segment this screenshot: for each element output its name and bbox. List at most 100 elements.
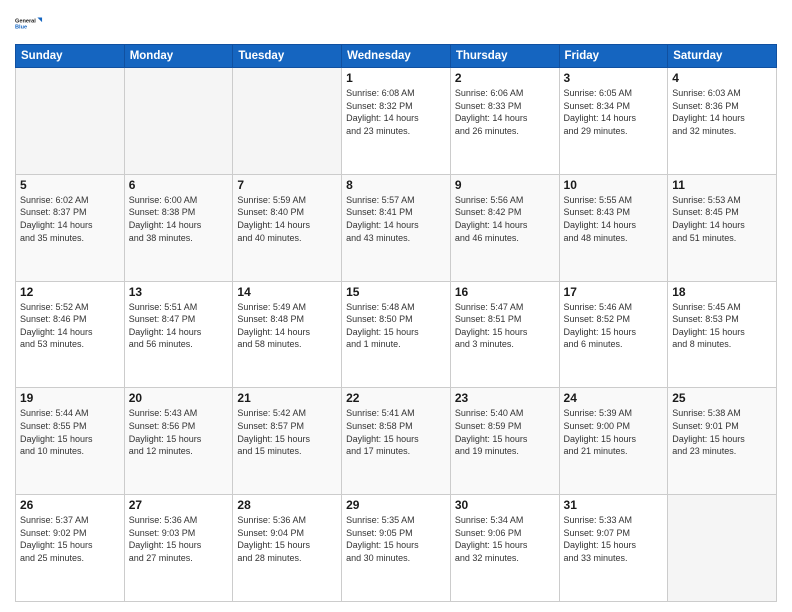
day-info: Sunrise: 6:03 AM Sunset: 8:36 PM Dayligh…	[672, 87, 772, 137]
calendar-header-monday: Monday	[124, 45, 233, 68]
day-info: Sunrise: 5:36 AM Sunset: 9:04 PM Dayligh…	[237, 514, 337, 564]
calendar-header-tuesday: Tuesday	[233, 45, 342, 68]
day-info: Sunrise: 5:51 AM Sunset: 8:47 PM Dayligh…	[129, 301, 229, 351]
calendar-day-20: 20 Sunrise: 5:43 AM Sunset: 8:56 PM Dayli…	[124, 388, 233, 495]
svg-text:General: General	[15, 19, 36, 25]
day-info: Sunrise: 5:47 AM Sunset: 8:51 PM Dayligh…	[455, 301, 555, 351]
day-number: 12	[20, 285, 120, 299]
logo: GeneralBlue	[15, 10, 43, 38]
calendar-day-5: 5 Sunrise: 6:02 AM Sunset: 8:37 PM Daylig…	[16, 174, 125, 281]
day-info: Sunrise: 5:52 AM Sunset: 8:46 PM Dayligh…	[20, 301, 120, 351]
day-number: 1	[346, 71, 446, 85]
day-info: Sunrise: 5:34 AM Sunset: 9:06 PM Dayligh…	[455, 514, 555, 564]
day-info: Sunrise: 5:48 AM Sunset: 8:50 PM Dayligh…	[346, 301, 446, 351]
day-number: 24	[564, 391, 664, 405]
day-info: Sunrise: 6:00 AM Sunset: 8:38 PM Dayligh…	[129, 194, 229, 244]
calendar-day-22: 22 Sunrise: 5:41 AM Sunset: 8:58 PM Dayli…	[342, 388, 451, 495]
calendar-day-15: 15Sunrise: 5:48 AM Sunset: 8:50 PM Dayli…	[342, 281, 451, 388]
day-info: Sunrise: 5:38 AM Sunset: 9:01 PM Dayligh…	[672, 407, 772, 457]
calendar-header-thursday: Thursday	[450, 45, 559, 68]
day-number: 18	[672, 285, 772, 299]
day-info: Sunrise: 6:06 AM Sunset: 8:33 PM Dayligh…	[455, 87, 555, 137]
day-info: Sunrise: 5:41 AM Sunset: 8:58 PM Dayligh…	[346, 407, 446, 457]
day-info: Sunrise: 5:59 AM Sunset: 8:40 PM Dayligh…	[237, 194, 337, 244]
day-number: 10	[564, 178, 664, 192]
svg-text:Blue: Blue	[15, 25, 27, 31]
calendar-day-21: 21 Sunrise: 5:42 AM Sunset: 8:57 PM Dayli…	[233, 388, 342, 495]
day-number: 27	[129, 498, 229, 512]
calendar-day-8: 8 Sunrise: 5:57 AM Sunset: 8:41 PM Daylig…	[342, 174, 451, 281]
calendar-day-27: 27Sunrise: 5:36 AM Sunset: 9:03 PM Dayli…	[124, 495, 233, 602]
calendar-day-23: 23 Sunrise: 5:40 AM Sunset: 8:59 PM Dayli…	[450, 388, 559, 495]
day-number: 31	[564, 498, 664, 512]
calendar-day-30: 30Sunrise: 5:34 AM Sunset: 9:06 PM Dayli…	[450, 495, 559, 602]
day-info: Sunrise: 5:39 AM Sunset: 9:00 PM Dayligh…	[564, 407, 664, 457]
day-info: Sunrise: 5:43 AM Sunset: 8:56 PM Dayligh…	[129, 407, 229, 457]
calendar-day-9: 9 Sunrise: 5:56 AM Sunset: 8:42 PM Daylig…	[450, 174, 559, 281]
calendar-day-4: 4 Sunrise: 6:03 AM Sunset: 8:36 PM Daylig…	[668, 68, 777, 175]
calendar-day-29: 29 Sunrise: 5:35 AM Sunset: 9:05 PM Dayli…	[342, 495, 451, 602]
calendar-week-2: 5 Sunrise: 6:02 AM Sunset: 8:37 PM Daylig…	[16, 174, 777, 281]
calendar-empty	[233, 68, 342, 175]
day-info: Sunrise: 5:46 AM Sunset: 8:52 PM Dayligh…	[564, 301, 664, 351]
calendar-empty	[668, 495, 777, 602]
day-info: Sunrise: 5:33 AM Sunset: 9:07 PM Dayligh…	[564, 514, 664, 564]
day-number: 5	[20, 178, 120, 192]
day-info: Sunrise: 5:49 AM Sunset: 8:48 PM Dayligh…	[237, 301, 337, 351]
day-info: Sunrise: 5:40 AM Sunset: 8:59 PM Dayligh…	[455, 407, 555, 457]
calendar-week-3: 12 Sunrise: 5:52 AM Sunset: 8:46 PM Dayli…	[16, 281, 777, 388]
day-number: 2	[455, 71, 555, 85]
calendar-day-26: 26Sunrise: 5:37 AM Sunset: 9:02 PM Dayli…	[16, 495, 125, 602]
day-info: Sunrise: 6:08 AM Sunset: 8:32 PM Dayligh…	[346, 87, 446, 137]
calendar-day-6: 6 Sunrise: 6:00 AM Sunset: 8:38 PM Daylig…	[124, 174, 233, 281]
calendar-table: SundayMondayTuesdayWednesdayThursdayFrid…	[15, 44, 777, 602]
calendar-day-17: 17 Sunrise: 5:46 AM Sunset: 8:52 PM Dayli…	[559, 281, 668, 388]
day-number: 13	[129, 285, 229, 299]
day-info: Sunrise: 5:57 AM Sunset: 8:41 PM Dayligh…	[346, 194, 446, 244]
logo-icon: GeneralBlue	[15, 10, 43, 38]
day-number: 6	[129, 178, 229, 192]
calendar-day-25: 25 Sunrise: 5:38 AM Sunset: 9:01 PM Dayli…	[668, 388, 777, 495]
day-number: 21	[237, 391, 337, 405]
day-info: Sunrise: 5:35 AM Sunset: 9:05 PM Dayligh…	[346, 514, 446, 564]
day-info: Sunrise: 5:56 AM Sunset: 8:42 PM Dayligh…	[455, 194, 555, 244]
day-info: Sunrise: 5:42 AM Sunset: 8:57 PM Dayligh…	[237, 407, 337, 457]
day-info: Sunrise: 5:45 AM Sunset: 8:53 PM Dayligh…	[672, 301, 772, 351]
day-number: 23	[455, 391, 555, 405]
day-number: 14	[237, 285, 337, 299]
day-number: 20	[129, 391, 229, 405]
day-info: Sunrise: 5:37 AM Sunset: 9:02 PM Dayligh…	[20, 514, 120, 564]
calendar-empty	[16, 68, 125, 175]
page: GeneralBlue SundayMondayTuesdayWednesday…	[0, 0, 792, 612]
calendar-week-5: 26Sunrise: 5:37 AM Sunset: 9:02 PM Dayli…	[16, 495, 777, 602]
day-number: 17	[564, 285, 664, 299]
day-number: 11	[672, 178, 772, 192]
calendar-week-1: 1 Sunrise: 6:08 AM Sunset: 8:32 PM Daylig…	[16, 68, 777, 175]
calendar-header-wednesday: Wednesday	[342, 45, 451, 68]
day-number: 8	[346, 178, 446, 192]
calendar-day-2: 2 Sunrise: 6:06 AM Sunset: 8:33 PM Daylig…	[450, 68, 559, 175]
calendar-day-11: 11Sunrise: 5:53 AM Sunset: 8:45 PM Dayli…	[668, 174, 777, 281]
day-number: 29	[346, 498, 446, 512]
calendar-day-12: 12 Sunrise: 5:52 AM Sunset: 8:46 PM Dayli…	[16, 281, 125, 388]
day-number: 22	[346, 391, 446, 405]
calendar-day-19: 19 Sunrise: 5:44 AM Sunset: 8:55 PM Dayli…	[16, 388, 125, 495]
day-number: 19	[20, 391, 120, 405]
day-number: 28	[237, 498, 337, 512]
calendar-day-7: 7Sunrise: 5:59 AM Sunset: 8:40 PM Daylig…	[233, 174, 342, 281]
calendar-day-13: 13 Sunrise: 5:51 AM Sunset: 8:47 PM Dayli…	[124, 281, 233, 388]
day-info: Sunrise: 5:44 AM Sunset: 8:55 PM Dayligh…	[20, 407, 120, 457]
day-number: 4	[672, 71, 772, 85]
day-info: Sunrise: 6:02 AM Sunset: 8:37 PM Dayligh…	[20, 194, 120, 244]
calendar-day-28: 28 Sunrise: 5:36 AM Sunset: 9:04 PM Dayli…	[233, 495, 342, 602]
calendar-week-4: 19 Sunrise: 5:44 AM Sunset: 8:55 PM Dayli…	[16, 388, 777, 495]
calendar-header-friday: Friday	[559, 45, 668, 68]
calendar-day-14: 14 Sunrise: 5:49 AM Sunset: 8:48 PM Dayli…	[233, 281, 342, 388]
calendar-header-saturday: Saturday	[668, 45, 777, 68]
calendar-day-3: 3Sunrise: 6:05 AM Sunset: 8:34 PM Daylig…	[559, 68, 668, 175]
day-number: 16	[455, 285, 555, 299]
calendar-header-sunday: Sunday	[16, 45, 125, 68]
calendar-empty	[124, 68, 233, 175]
day-number: 25	[672, 391, 772, 405]
day-number: 9	[455, 178, 555, 192]
